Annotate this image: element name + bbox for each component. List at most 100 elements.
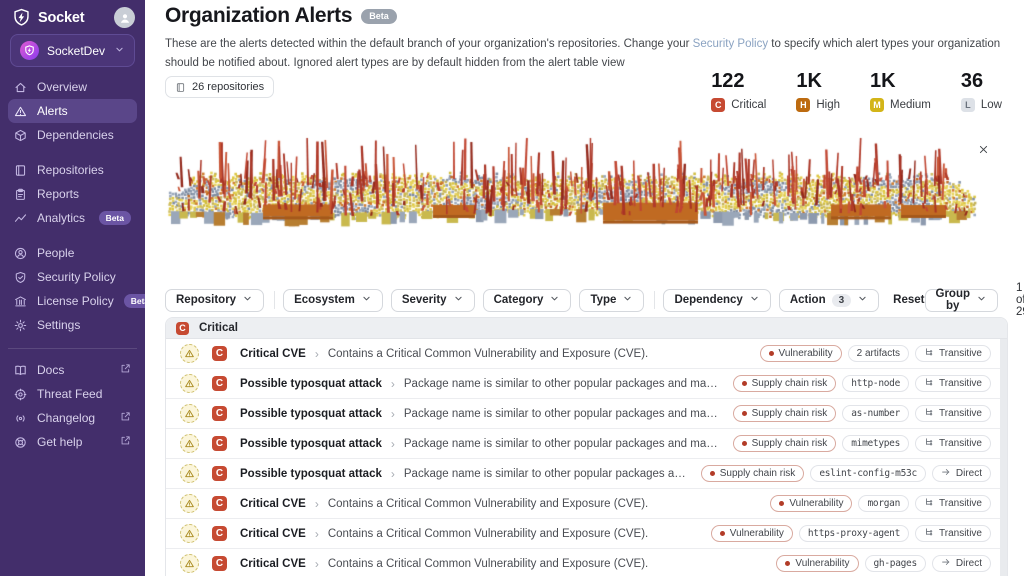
sidebar-item-license-policy[interactable]: License PolicyBeta [8,289,137,313]
filter-count-badge: 3 [832,294,852,307]
sidebar-item-settings[interactable]: Settings [8,313,137,337]
chevron-down-icon [242,293,253,307]
warning-triangle-icon [180,404,199,423]
spike-chart-canvas [163,136,985,236]
chevron-right-icon: › [391,407,395,421]
alert-title: Critical CVE [240,558,306,570]
package-name-pill: http-node [842,375,909,392]
reset-filters-button[interactable]: Reset [893,294,924,306]
org-logo-icon [20,41,39,60]
filter-repository-dropdown[interactable]: Repository [165,289,264,312]
repository-icon [175,82,186,93]
dependency-type-pill: Direct [932,555,991,572]
sidebar-item-changelog[interactable]: Changelog [8,406,137,430]
warning-triangle-icon [180,344,199,363]
severity-badge-critical: C [212,526,227,541]
filter-dependency-dropdown[interactable]: Dependency [663,289,770,312]
alert-table-row[interactable]: CCritical CVE›Contains a Critical Common… [166,339,1007,369]
chevron-right-icon: › [391,377,395,391]
security-policy-link[interactable]: Security Policy [693,38,768,50]
chevron-right-icon: › [391,467,395,481]
sidebar-item-docs[interactable]: Docs [8,358,137,382]
sidebar-item-overview[interactable]: Overview [8,75,137,99]
risk-type-pill: Vulnerability [711,525,793,542]
risk-dot-icon [742,411,747,416]
nav-section: PeopleSecurity PolicyLicense PolicyBetaS… [8,241,137,337]
group-by-dropdown[interactable]: Group by [925,289,999,312]
table-group-header[interactable]: C Critical [166,318,1007,339]
dependency-type-pill: Transitive [915,495,991,512]
group-by-label: Group by [936,288,971,312]
sidebar-item-repositories[interactable]: Repositories [8,158,137,182]
dependency-type-pill: Transitive [915,345,991,362]
risk-type-pill: Vulnerability [770,495,852,512]
alert-table-row[interactable]: CCritical CVE›Contains a Critical Common… [166,519,1007,549]
risk-dot-icon [742,441,747,446]
org-selector[interactable]: SocketDev [10,34,135,67]
alert-title: Possible typosquat attack [240,408,382,420]
alert-table-row[interactable]: CCritical CVE›Contains a Critical Common… [166,489,1007,519]
alert-description: Package name is similar to other popular… [404,408,723,420]
package-name-pill: eslint-config-m53c [810,465,926,482]
sidebar-item-alerts[interactable]: Alerts [8,99,137,123]
alert-table-row[interactable]: CPossible typosquat attack›Package name … [166,429,1007,459]
alert-title: Possible typosquat attack [240,438,382,450]
warning-triangle-icon [180,374,199,393]
repositories-chip[interactable]: 26 repositories [165,76,274,98]
alert-title: Critical CVE [240,528,306,540]
risk-type-pill: Vulnerability [776,555,858,572]
chevron-down-icon [549,293,560,307]
shield-badge-icon [14,271,27,284]
warning-triangle-icon [180,464,199,483]
alert-description: Package name is similar to other popular… [404,468,691,480]
user-avatar[interactable] [114,7,135,28]
sidebar: Socket SocketDev OverviewAlertsDependenc… [0,0,145,576]
sidebar-item-reports[interactable]: Reports [8,182,137,206]
socket-brand[interactable]: Socket [12,8,114,27]
sidebar-item-analytics[interactable]: AnalyticsBeta [8,206,137,230]
filter-ecosystem-dropdown[interactable]: Ecosystem [283,289,383,312]
filter-action-dropdown[interactable]: Action3 [779,289,879,312]
risk-dot-icon [785,561,790,566]
alert-table-row[interactable]: CPossible typosquat attack›Package name … [166,369,1007,399]
alert-table-row[interactable]: CPossible typosquat attack›Package name … [166,459,1007,489]
alert-description: Contains a Critical Common Vulnerability… [328,558,648,570]
severity-badge-critical: C [212,376,227,391]
sidebar-item-get-help[interactable]: Get help [8,430,137,454]
stat-low: 36LLow [961,70,1002,112]
table-scrollbar[interactable] [1000,339,1007,576]
risk-type-pill: Supply chain risk [733,375,837,392]
sidebar-item-people[interactable]: People [8,241,137,265]
main-content: Organization Alerts Beta These are the a… [145,0,1024,576]
sidebar-item-threat-feed[interactable]: Threat Feed [8,382,137,406]
alert-title: Critical CVE [240,498,306,510]
severity-badge-critical: C [176,322,189,335]
severity-letter-badge: C [711,98,725,112]
chevron-right-icon: › [315,347,319,361]
sidebar-nav: OverviewAlertsDependencies RepositoriesRe… [0,75,145,454]
transitive-icon [924,377,934,390]
transitive-icon [924,437,934,450]
severity-badge-critical: C [212,496,227,511]
sidebar-item-security-policy[interactable]: Security Policy [8,265,137,289]
filter-right-controls: Group by 1 - 30 of 2947 [925,282,1024,318]
brand-name: Socket [38,10,84,26]
severity-stats: 122CCritical1KHHigh1KMMedium36LLow [711,70,1002,112]
filter-category-dropdown[interactable]: Category [483,289,572,312]
chart-close-button[interactable] [973,139,993,159]
warning-triangle-icon [180,524,199,543]
sidebar-item-dependencies[interactable]: Dependencies [8,123,137,147]
filter-divider [654,291,655,309]
filter-bar: Repository Ecosystem Severity Category Type D… [165,282,1008,318]
filter-severity-dropdown[interactable]: Severity [391,289,475,312]
filter-groups: Repository Ecosystem Severity Category Type D… [165,289,887,312]
chevron-down-icon [749,293,760,307]
alert-table-row[interactable]: CPossible typosquat attack›Package name … [166,399,1007,429]
severity-letter-badge: M [870,98,884,112]
pagination-range: 1 - 30 of 2947 [1016,282,1024,318]
alert-table-row[interactable]: CCritical CVE›Contains a Critical Common… [166,549,1007,576]
home-icon [14,81,27,94]
transitive-icon [924,407,934,420]
filter-type-dropdown[interactable]: Type [579,289,644,312]
chevron-right-icon: › [315,557,319,571]
